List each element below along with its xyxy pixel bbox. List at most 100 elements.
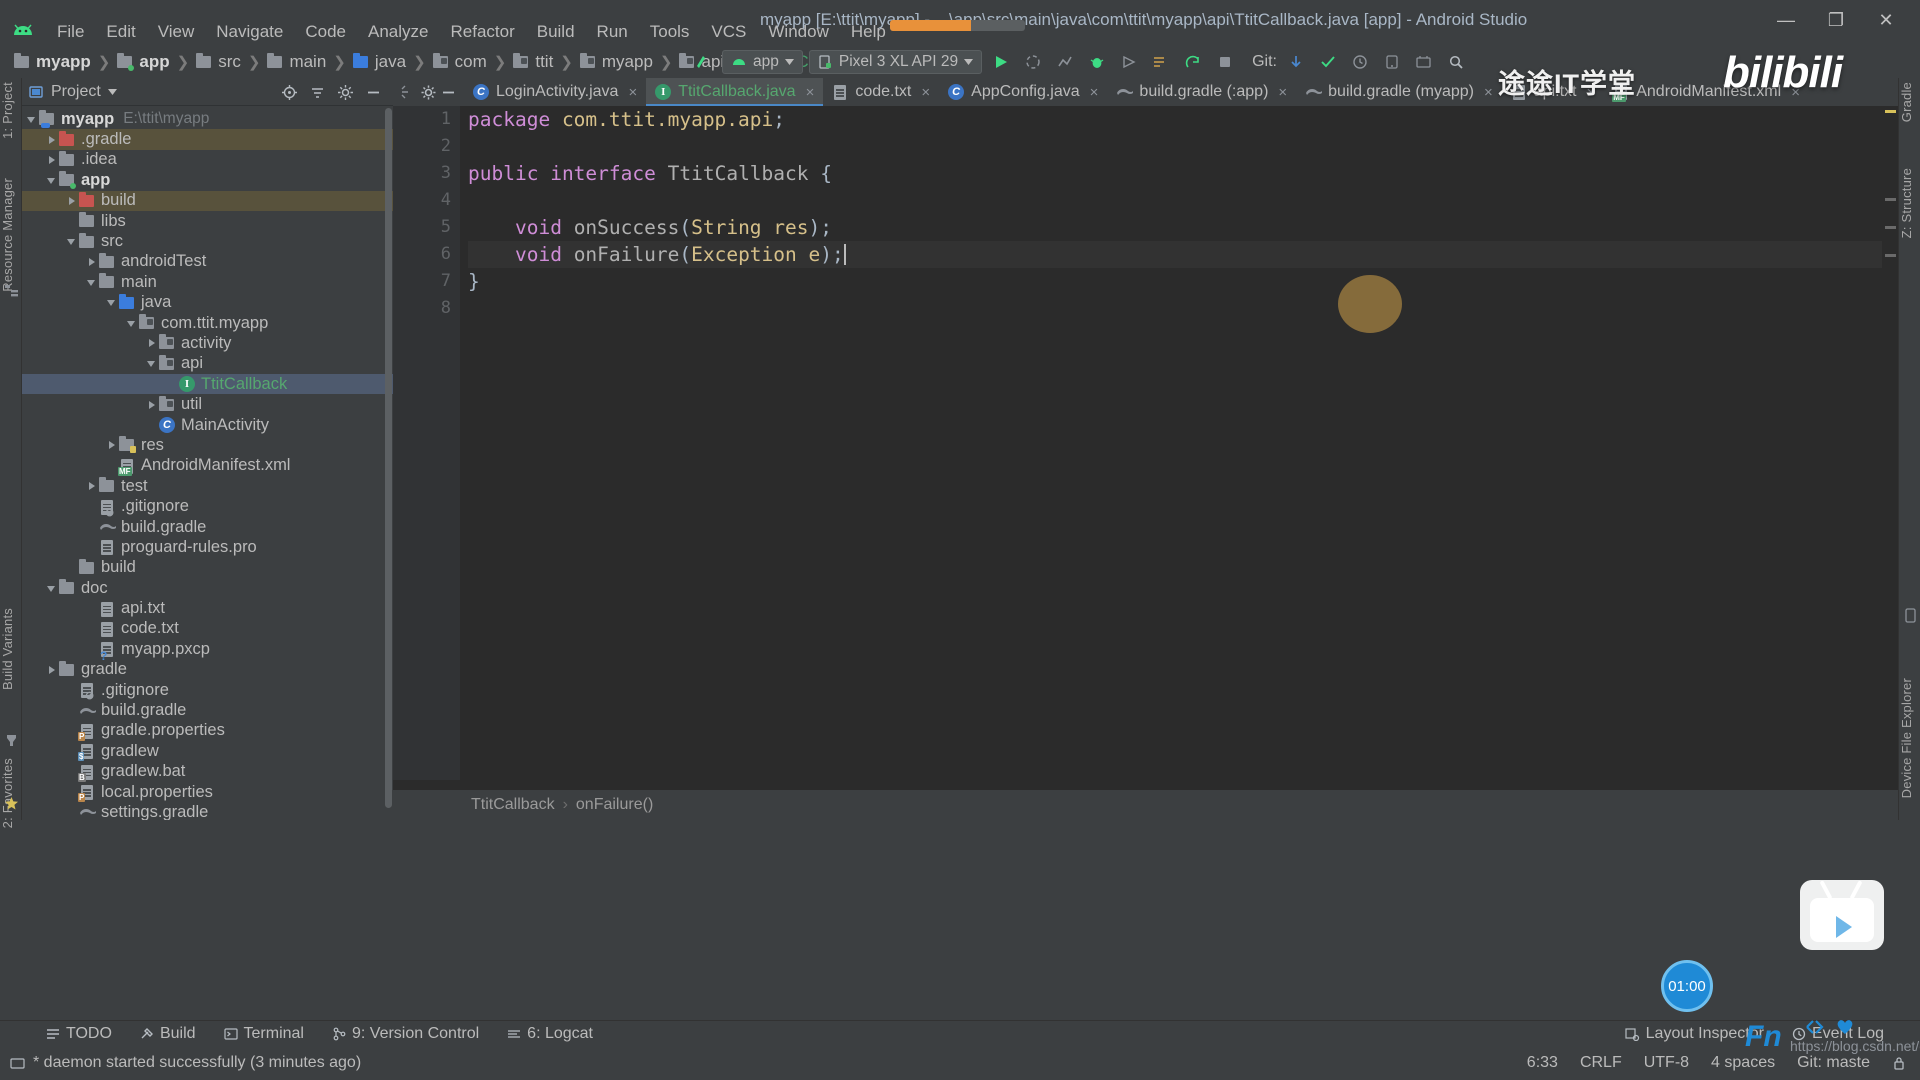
project-tree-scrollbar[interactable] [385,108,392,813]
tree-node-api[interactable]: api [22,354,393,374]
hide-panel-icon[interactable] [365,84,381,100]
tree-node-proguard-rules-pro[interactable]: proguard-rules.pro [22,537,393,557]
menu-window[interactable]: Window [757,19,839,45]
tree-node-build-gradle[interactable]: build.gradle [22,517,393,537]
menu-tools[interactable]: Tools [639,19,701,45]
breadcrumb-item-ttit[interactable]: ttit [509,50,557,74]
search-everywhere-button[interactable] [1443,50,1469,74]
tabs-split-icon[interactable] [400,84,417,101]
code-line[interactable]: void onFailure(Exception e); [468,241,1898,268]
tree-node-activity[interactable]: activity [22,333,393,353]
code-line[interactable]: } [468,268,1898,295]
make-project-icon[interactable] [690,50,716,74]
breadcrumb-item-java[interactable]: java [349,50,410,74]
tool-tab-device-file-explorer[interactable]: Device File Explorer [1899,678,1920,798]
chevron-right-icon[interactable] [46,133,59,146]
editor-tab-ttitcallback-java[interactable]: I TtitCallback.java × [646,78,824,106]
favorites-star-icon[interactable] [4,796,19,811]
chevron-right-icon[interactable] [46,153,59,166]
chevron-down-icon[interactable] [46,174,59,187]
attach-debugger-button[interactable] [1116,50,1142,74]
breadcrumb-item-src[interactable]: src [192,50,245,74]
menu-vcs[interactable]: VCS [700,19,757,45]
code-line[interactable] [468,295,1898,322]
code-line[interactable]: package com.ttit.myapp.api; [468,106,1898,133]
chevron-right-icon[interactable] [66,194,79,207]
debug-button[interactable] [1084,50,1110,74]
line-separator[interactable]: CRLF [1580,1054,1622,1072]
chevron-right-icon[interactable] [146,398,159,411]
code-editor[interactable]: package com.ttit.myapp.api; public interf… [460,106,1898,780]
tree-node-api-txt[interactable]: api.txt [22,598,393,618]
editor-tab-code-txt[interactable]: code.txt × [823,78,939,106]
update-project-button[interactable] [1283,50,1309,74]
profile-button[interactable] [1052,50,1078,74]
menu-refactor[interactable]: Refactor [439,19,525,45]
editor-tab-loginactivity-java[interactable]: C LoginActivity.java × [464,78,646,106]
tool-tab-project[interactable]: 1: Project [0,82,22,139]
tree-node-androidtest[interactable]: androidTest [22,252,393,272]
breadcrumb-item-myapp[interactable]: myapp [10,50,95,74]
close-button[interactable]: ✕ [1876,10,1896,30]
tree-node-myapp-pxcp[interactable]: ? myapp.pxcp [22,639,393,663]
menu-analyze[interactable]: Analyze [357,19,439,45]
menu-build[interactable]: Build [526,19,586,45]
commit-button[interactable] [1315,50,1341,74]
tree-node-test[interactable]: test [22,476,393,496]
maximize-button[interactable]: ❐ [1826,10,1846,30]
menu-run[interactable]: Run [586,19,639,45]
tree-node-gradle[interactable]: gradle [22,660,393,680]
close-tab-icon[interactable]: × [806,84,815,101]
file-encoding[interactable]: UTF-8 [1644,1054,1689,1072]
gear-icon[interactable] [420,84,437,101]
close-tab-icon[interactable]: × [1484,84,1493,101]
code-line[interactable] [468,187,1898,214]
tool-tab-build-variants[interactable]: Build Variants [0,608,22,690]
tree-node-ttitcallback[interactable]: I TtitCallback [22,374,393,395]
chevron-right-icon[interactable] [106,439,119,452]
sync-gradle-button[interactable] [1180,50,1206,74]
tree-node-util[interactable]: util [22,394,393,414]
close-tab-icon[interactable]: × [628,84,637,101]
device-selector[interactable]: Pixel 3 XL API 29 [808,50,983,74]
tool-button-version-control[interactable]: 9: Version Control [318,1023,493,1045]
chevron-down-icon[interactable] [26,113,39,126]
tool-tab-structure[interactable]: Z: Structure [1899,168,1920,238]
avd-manager-button[interactable] [1379,50,1405,74]
git-branch[interactable]: Git: maste [1797,1054,1870,1072]
editor-tab-appconfig-java[interactable]: C AppConfig.java × [939,78,1107,106]
tree-node-build[interactable]: build [22,190,393,211]
tree-node-gradlew[interactable]: $ gradlew [22,741,393,762]
tree-node--gitignore[interactable]: ⊘ .gitignore [22,496,393,518]
build-variants-icon[interactable] [4,733,19,748]
code-line[interactable]: void onSuccess(String res); [468,214,1898,241]
menu-navigate[interactable]: Navigate [205,19,294,45]
locate-file-icon[interactable] [281,84,297,100]
tree-node-settings-gradle[interactable]: settings.gradle [22,802,393,820]
editor-tab-build-gradle-app-[interactable]: build.gradle (:app) × [1107,78,1296,106]
menu-code[interactable]: Code [294,19,357,45]
chevron-down-icon[interactable] [106,296,119,309]
editor-error-stripe[interactable] [1882,106,1898,780]
hide-editor-icon[interactable] [440,84,457,101]
chevron-down-icon[interactable] [46,582,59,595]
tool-button-todo[interactable]: TODO [32,1023,126,1045]
emulator-icon[interactable] [1903,608,1918,623]
editor-tab-build-gradle-myapp-[interactable]: build.gradle (myapp) × [1296,78,1502,106]
chevron-right-icon[interactable] [86,255,99,268]
chevron-down-icon[interactable] [107,88,117,95]
tree-node-doc[interactable]: doc [22,578,393,598]
tool-tab-favorites[interactable]: 2: Favorites [0,758,22,828]
status-message-icon[interactable] [10,1056,25,1071]
tree-node--gradle[interactable]: .gradle [22,129,393,150]
caret-position[interactable]: 6:33 [1527,1054,1558,1072]
breadcrumb-class[interactable]: TtitCallback [471,796,555,814]
tree-node-mainactivity[interactable]: C MainActivity [22,415,393,435]
structure-icon[interactable] [4,283,19,298]
close-tab-icon[interactable]: × [1090,84,1099,101]
tree-node-main[interactable]: main [22,272,393,292]
tree-node-myapp[interactable]: myapp E:\ttit\myapp [22,109,393,129]
tool-button-terminal[interactable]: Terminal [210,1023,318,1045]
chevron-down-icon[interactable] [126,317,139,330]
chevron-down-icon[interactable] [86,276,99,289]
